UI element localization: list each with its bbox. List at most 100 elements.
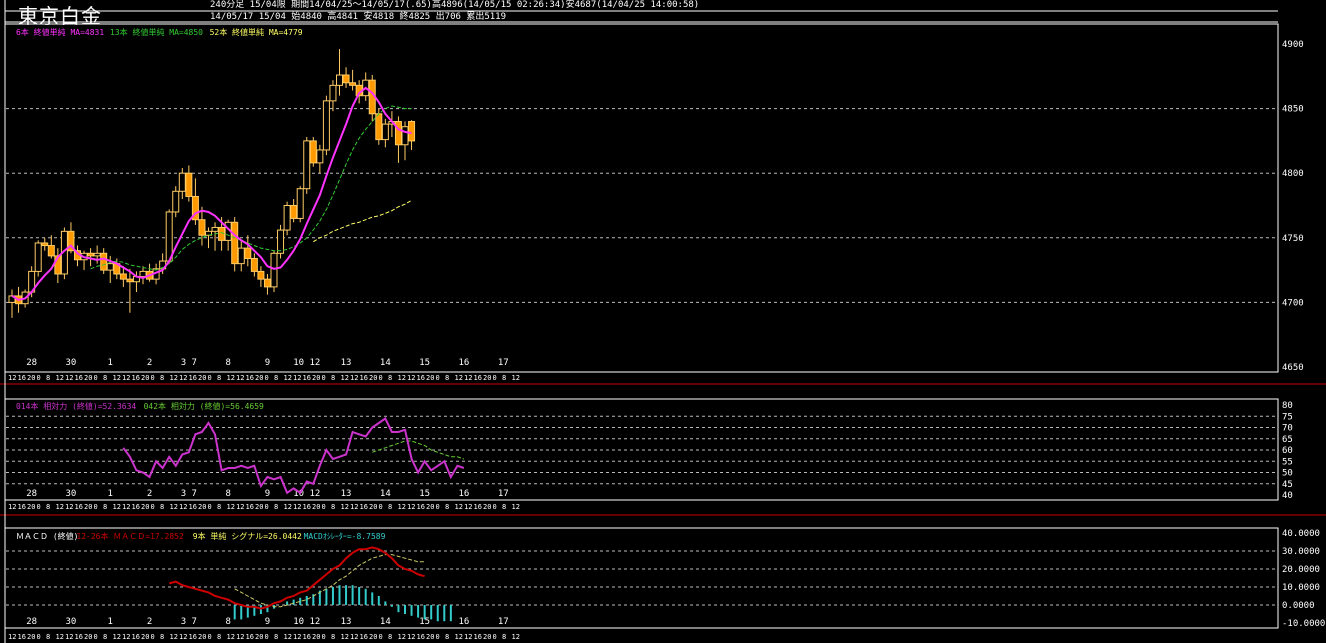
candle-body (309, 140, 317, 164)
x-hour-label: 12 (236, 503, 244, 511)
x-hour-label: 0 (493, 503, 497, 511)
x-day-label: 2 (147, 489, 152, 499)
macd-legend-entry: 12-26本 ＭＡＣＤ=17.2852 (76, 531, 184, 541)
x-hour-label: 0 (436, 503, 440, 511)
x-hour-label: 20 (312, 503, 320, 511)
x-hour-label: 16 (132, 503, 140, 511)
x-hour-label: 8 (445, 633, 449, 641)
candle-body (119, 273, 127, 280)
macd-legend-entry: ＭＡＣＤ (終値) (16, 531, 78, 541)
x-hour-label: 8 (103, 374, 107, 382)
x-hour-label: 8 (331, 503, 335, 511)
x-hour-label: 12 (350, 374, 358, 382)
x-day-label: 30 (66, 617, 77, 627)
x-day-label: 8 (225, 617, 230, 627)
y-tick-label: 80 (1282, 401, 1293, 411)
x-hour-label: 20 (141, 374, 149, 382)
x-day-label: 14 (380, 617, 391, 627)
x-hour-label: 8 (502, 633, 506, 641)
x-day-label: 17 (498, 358, 509, 368)
x-hour-label: 12 (284, 374, 292, 382)
x-hour-label: 20 (198, 503, 206, 511)
x-hour-label: 12 (398, 374, 406, 382)
x-hour-label: 12 (227, 633, 235, 641)
x-hour-label: 20 (198, 374, 206, 382)
x-hour-label: 8 (445, 374, 449, 382)
x-hour-label: 12 (407, 633, 415, 641)
x-day-label: 30 (66, 358, 77, 368)
x-hour-label: 16 (189, 374, 197, 382)
y-tick-label: 0.0000 (1282, 601, 1315, 611)
x-hour-label: 0 (208, 633, 212, 641)
x-hour-label: 12 (122, 374, 130, 382)
x-hour-label: 8 (217, 633, 221, 641)
x-hour-label: 12 (113, 633, 121, 641)
x-hour-label: 8 (217, 374, 221, 382)
candle-body (408, 121, 416, 142)
x-day-label: 9 (265, 489, 270, 499)
ma6-line (11, 86, 412, 301)
x-hour-label: 0 (37, 503, 41, 511)
candle-body (336, 74, 343, 86)
y-tick-label: 45 (1282, 480, 1293, 490)
x-day-label: 13 (341, 489, 352, 499)
x-hour-label: 0 (436, 374, 440, 382)
x-hour-label: 20 (369, 374, 377, 382)
x-hour-label: 16 (75, 374, 83, 382)
x-hour-label: 16 (18, 503, 26, 511)
x-hour-label: 16 (303, 374, 311, 382)
x-hour-label: 12 (455, 374, 463, 382)
candle-body (329, 84, 337, 102)
y-tick-label: 60 (1282, 446, 1293, 456)
x-hour-label: 12 (398, 633, 406, 641)
candle-body (349, 82, 357, 86)
x-hour-label: 12 (122, 503, 130, 511)
x-hour-label: 16 (18, 633, 26, 641)
x-day-label: 8 (225, 489, 230, 499)
x-day-label: 9 (265, 617, 270, 627)
candle-body (198, 219, 206, 236)
x-hour-label: 8 (46, 374, 50, 382)
x-hour-label: 20 (84, 503, 92, 511)
x-day-label: 17 (498, 617, 509, 627)
x-hour-label: 12 (455, 503, 463, 511)
x-hour-label: 0 (151, 374, 155, 382)
x-hour-label: 12 (227, 503, 235, 511)
x-hour-label: 12 (464, 633, 472, 641)
candle-body (283, 205, 291, 231)
candle-body (47, 245, 55, 257)
x-day-label: 15 (419, 489, 430, 499)
candle-body (381, 123, 389, 141)
x-hour-label: 12 (170, 374, 178, 382)
x-hour-label: 0 (322, 633, 326, 641)
x-hour-label: 16 (474, 633, 482, 641)
x-hour-label: 12 (65, 633, 73, 641)
x-hour-label: 16 (417, 374, 425, 382)
x-hour-label: 20 (426, 374, 434, 382)
candle-body (257, 270, 265, 280)
x-hour-label: 12 (65, 503, 73, 511)
x-hour-label: 0 (94, 503, 98, 511)
candle-body (296, 188, 304, 219)
macd-legend-entry: MACDｵｼﾚｰﾀｰ=-8.7589 (304, 532, 386, 541)
x-hour-label: 0 (322, 374, 326, 382)
x-hour-label: 20 (255, 503, 263, 511)
x-day-label: 3 7 (181, 617, 197, 627)
x-hour-label: 16 (360, 503, 368, 511)
x-day-label: 8 (225, 358, 230, 368)
candle-body (126, 278, 134, 283)
x-hour-label: 20 (426, 633, 434, 641)
x-hour-label: 0 (265, 633, 269, 641)
x-day-label: 30 (66, 489, 77, 499)
x-hour-label: 16 (303, 503, 311, 511)
x-hour-label: 12 (179, 503, 187, 511)
macd-line (168, 546, 425, 610)
candle-body (172, 190, 180, 213)
x-hour-label: 12 (179, 374, 187, 382)
y-tick-label: 10.0000 (1282, 583, 1320, 593)
price-legend-entry: 52本 終値単純 MA=4779 (210, 27, 303, 37)
x-day-label: 9 (265, 358, 270, 368)
y-tick-label: 4750 (1282, 234, 1304, 244)
x-hour-label: 12 (8, 374, 16, 382)
x-day-label: 28 (26, 617, 37, 627)
